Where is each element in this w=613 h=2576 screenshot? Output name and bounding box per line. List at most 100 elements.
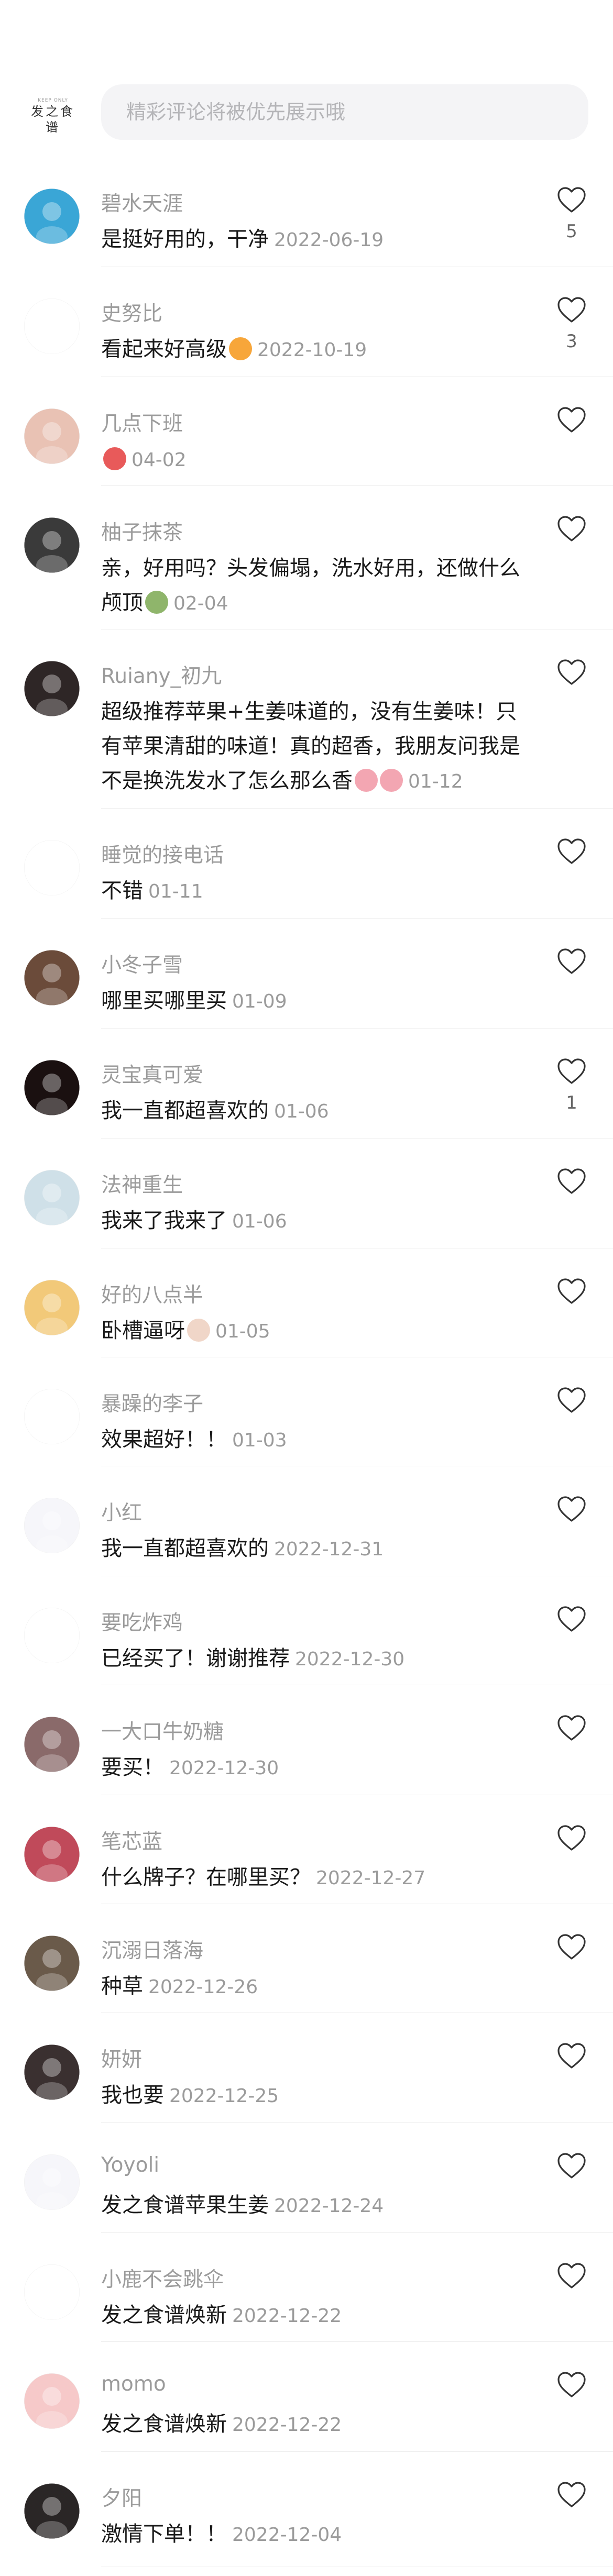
user-avatar[interactable] [24, 1498, 80, 1553]
username[interactable]: 史努比 [101, 297, 162, 327]
comment-item[interactable]: 法神重生 我来了我来了 01-06 [0, 1138, 613, 1248]
username[interactable]: 睡觉的接电话 [101, 839, 224, 868]
pigs-emoji-icon [380, 769, 403, 792]
username[interactable]: 好的八点半 [101, 1279, 203, 1308]
user-avatar[interactable] [24, 2264, 80, 2320]
heart-icon [557, 1715, 586, 1741]
like-button[interactable]: 5 [554, 186, 589, 242]
comment-text: 卧槽逼呀 [101, 1319, 185, 1343]
username[interactable]: 灵宝真可爱 [101, 1059, 203, 1088]
comment-item[interactable]: 要吃炸鸡 已经买了！谢谢推荐 2022-12-30 [0, 1576, 613, 1685]
comment-item[interactable]: 好的八点半 卧槽逼呀 01-05 [0, 1248, 613, 1357]
comment-item[interactable]: 笔芯蓝 什么牌子？在哪里买？ 2022-12-27 [0, 1795, 613, 1904]
like-button[interactable] [554, 2152, 589, 2187]
comment-item[interactable]: Ruiany_初九 超级推荐苹果+生姜味道的，没有生姜味！只有苹果清甜的味道！真的… [0, 629, 613, 809]
username[interactable]: 沉溺日落海 [101, 1934, 203, 1964]
username[interactable]: 法神重生 [101, 1169, 183, 1198]
user-avatar[interactable] [24, 840, 80, 895]
like-button[interactable] [554, 1715, 589, 1749]
user-avatar[interactable] [24, 661, 80, 716]
user-avatar[interactable] [24, 1389, 80, 1444]
comment-input[interactable] [125, 100, 588, 124]
comment-item[interactable]: 睡觉的接电话 不错 01-11 [0, 809, 613, 919]
username[interactable]: 碧水天涯 [101, 187, 183, 217]
user-avatar[interactable] [24, 1060, 80, 1115]
heart-icon [557, 297, 586, 323]
like-button[interactable] [554, 1496, 589, 1530]
like-button[interactable] [554, 659, 589, 693]
comment-date: 2022-12-04 [232, 2524, 342, 2546]
user-avatar[interactable] [24, 1936, 80, 1991]
user-avatar[interactable] [24, 1170, 80, 1225]
like-button[interactable] [554, 1278, 589, 1312]
comment-date: 01-06 [274, 1101, 329, 1122]
user-avatar[interactable] [24, 1717, 80, 1772]
username[interactable]: 要吃炸鸡 [101, 1607, 183, 1636]
comment-item[interactable]: Yoyoli 发之食谱苹果生姜 2022-12-24 [0, 2123, 613, 2233]
user-avatar[interactable] [24, 298, 80, 354]
like-button[interactable] [554, 2262, 589, 2297]
like-button[interactable] [554, 838, 589, 872]
user-avatar[interactable] [24, 189, 80, 244]
username[interactable]: 夕阳 [101, 2482, 142, 2512]
username[interactable]: Yoyoli [101, 2153, 159, 2177]
username[interactable]: 小红 [101, 1497, 142, 1526]
like-button[interactable] [554, 1606, 589, 1640]
username[interactable]: 妍妍 [101, 2043, 142, 2073]
like-button[interactable] [554, 1387, 589, 1421]
user-avatar[interactable] [24, 2373, 80, 2429]
user-avatar[interactable] [24, 2154, 80, 2210]
username[interactable]: 柚子抹茶 [101, 516, 183, 546]
comment-date: 01-09 [232, 991, 287, 1012]
comment-item[interactable]: 小红 我一直都超喜欢的 2022-12-31 [0, 1466, 613, 1576]
comment-item[interactable]: 沉溺日落海 种草 2022-12-26 [0, 1904, 613, 2013]
username[interactable]: momo [101, 2372, 166, 2396]
like-button[interactable] [554, 2042, 589, 2077]
username[interactable]: 暴躁的李子 [101, 1388, 203, 1417]
username[interactable]: Ruiany_初九 [101, 660, 222, 689]
like-button[interactable] [554, 2481, 589, 2516]
comment-item[interactable]: 史努比 看起来好高级 2022-10-19 3 [0, 267, 613, 377]
comment-text: 什么牌子？在哪里买？ [101, 1865, 311, 1889]
heart-icon [557, 1606, 586, 1632]
like-button[interactable] [554, 1168, 589, 1202]
comment-date: 04-02 [132, 449, 187, 471]
username[interactable]: 几点下班 [101, 407, 183, 437]
comment-item[interactable]: 灵宝真可爱 我一直都超喜欢的 01-06 1 [0, 1029, 613, 1138]
comment-item[interactable]: 夕阳 激情下单！！ 2022-12-04 [0, 2452, 613, 2567]
username[interactable]: 小鹿不会跳伞 [101, 2263, 224, 2293]
like-button[interactable]: 1 [554, 1058, 589, 1113]
user-avatar[interactable] [24, 2044, 80, 2100]
like-button[interactable]: 3 [554, 296, 589, 352]
comment-item[interactable]: 暴躁的李子 效果超好！！ 01-03 [0, 1357, 613, 1466]
user-avatar[interactable] [24, 950, 80, 1005]
user-avatar[interactable] [24, 408, 80, 464]
user-avatar[interactable] [24, 1608, 80, 1663]
like-button[interactable] [554, 406, 589, 441]
comment-item[interactable]: 碧水天涯 是挺好用的，干净 2022-06-19 5 [0, 157, 613, 267]
user-avatar[interactable] [24, 517, 80, 573]
like-button[interactable] [554, 1825, 589, 1859]
heart-icon [557, 1168, 586, 1194]
comment-item[interactable]: 小鹿不会跳伞 发之食谱焕新 2022-12-22 [0, 2233, 613, 2342]
username[interactable]: 小冬子雪 [101, 949, 183, 978]
username[interactable]: 笔芯蓝 [101, 1826, 162, 1855]
like-button[interactable] [554, 515, 589, 550]
like-button[interactable] [554, 948, 589, 982]
comment-item[interactable]: 一大口牛奶糖 要买！ 2022-12-30 [0, 1685, 613, 1795]
comment-item[interactable]: 柚子抹茶 亲，好用吗？头发偏塌，洗水好用，还做什么颅顶 02-04 [0, 486, 613, 629]
comment-item[interactable]: 小冬子雪 哪里买哪里买 01-09 [0, 919, 613, 1029]
username[interactable]: 一大口牛奶糖 [101, 1716, 224, 1745]
like-button[interactable] [554, 2371, 589, 2406]
user-avatar[interactable] [24, 1827, 80, 1882]
comment-item[interactable]: 几点下班 04-02 [0, 377, 613, 486]
user-avatar[interactable] [24, 1280, 80, 1335]
comment-item[interactable]: 妍妍 我也要 2022-12-25 [0, 2013, 613, 2123]
comment-text: 我也要 [101, 2083, 164, 2107]
comment-input-box[interactable] [101, 84, 588, 140]
comment-body: 04-02 [101, 442, 536, 478]
user-avatar[interactable] [24, 2483, 80, 2539]
comment-item[interactable]: momo 发之食谱焕新 2022-12-22 [0, 2342, 613, 2452]
comment-text: 效果超好！！ [101, 1428, 227, 1452]
like-button[interactable] [554, 1933, 589, 1968]
